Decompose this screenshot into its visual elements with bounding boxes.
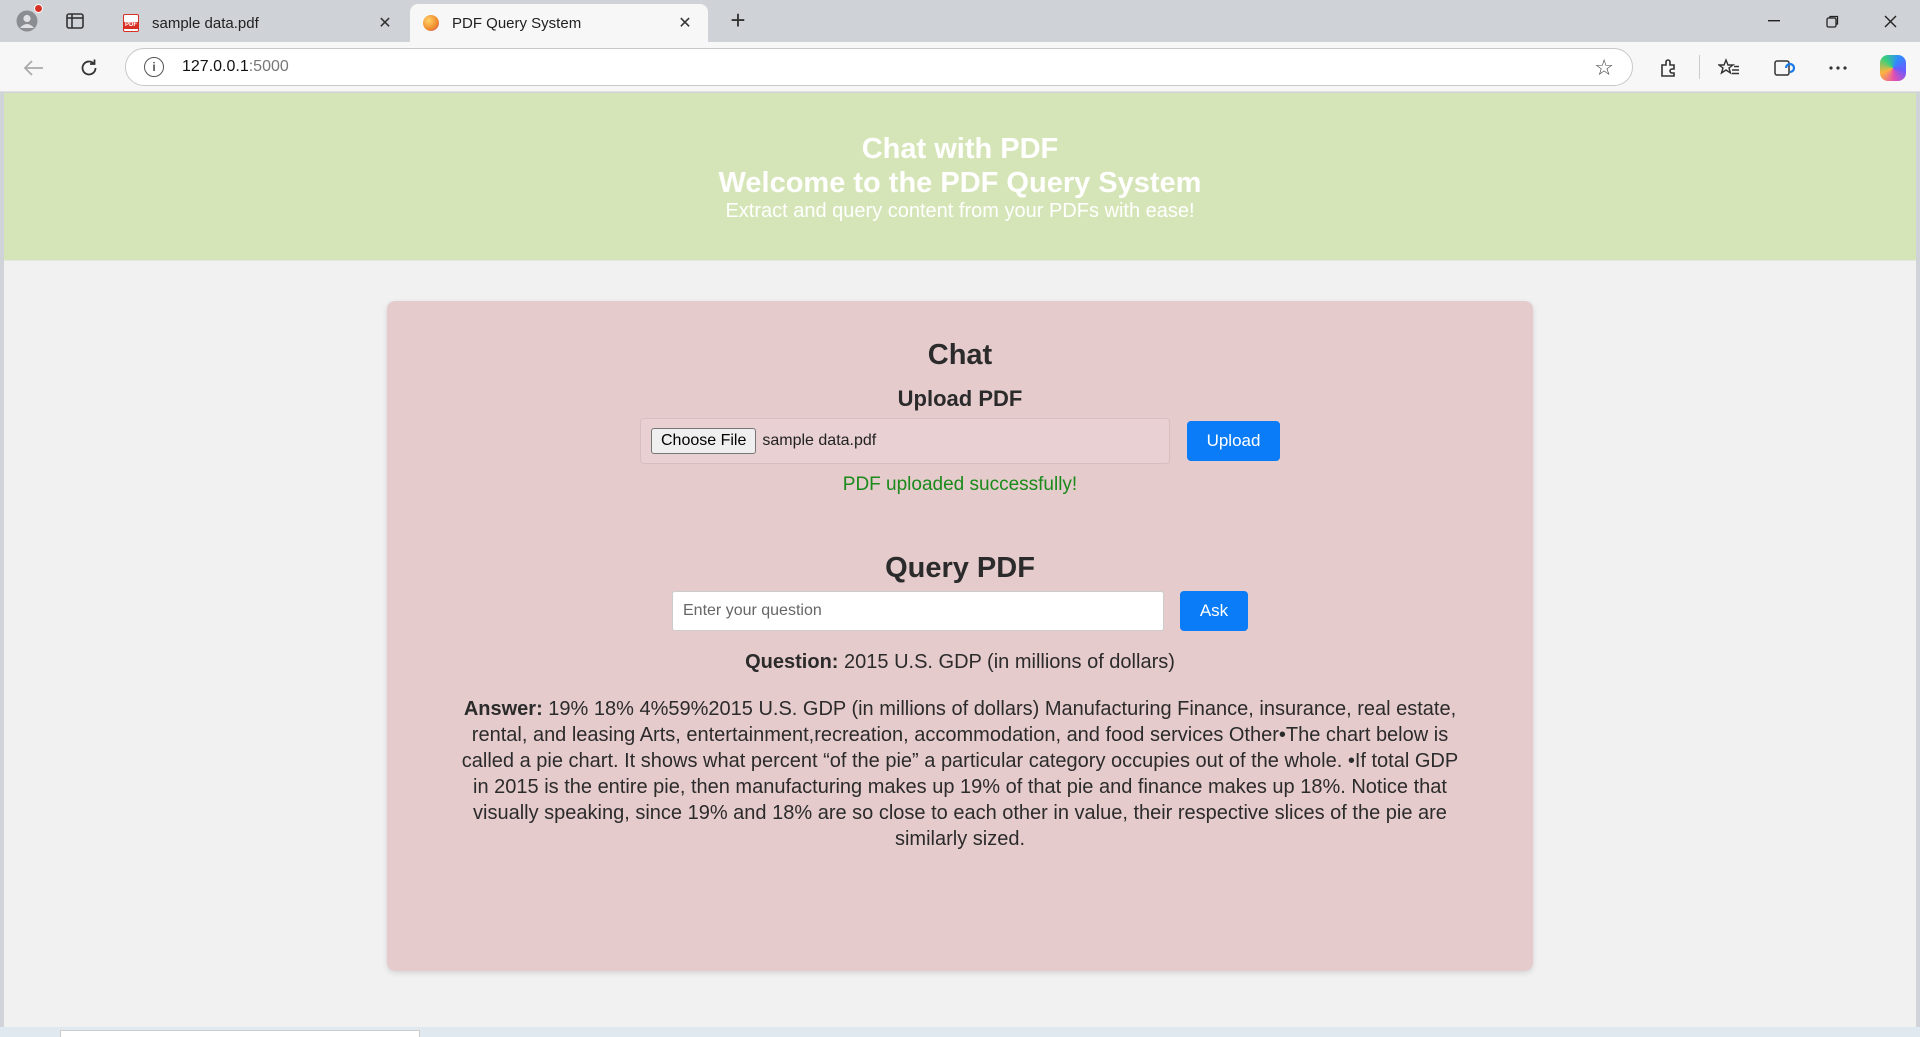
- download-bar-edge: [60, 1030, 420, 1037]
- copilot-icon[interactable]: [1877, 52, 1909, 84]
- selected-file-name: sample data.pdf: [762, 432, 877, 449]
- page-subtitle: Extract and query content from your PDFs…: [725, 199, 1195, 222]
- minimize-button[interactable]: [1750, 4, 1798, 38]
- favorite-star-icon[interactable]: ☆: [1594, 55, 1614, 81]
- back-arrow-icon[interactable]: [18, 52, 50, 84]
- collections-icon[interactable]: [1768, 52, 1800, 84]
- file-input[interactable]: Choose File sample data.pdf: [640, 418, 1170, 464]
- question-display: Question: 2015 U.S. GDP (in millions of …: [387, 649, 1533, 675]
- address-bar[interactable]: i 127.0.0.1:5000 ☆: [125, 48, 1633, 86]
- ask-button[interactable]: Ask: [1180, 591, 1248, 631]
- favorites-list-icon[interactable]: [1713, 52, 1745, 84]
- tab-title: PDF Query System: [452, 14, 582, 32]
- answer-display: Answer: 19% 18% 4%59%2015 U.S. GDP (in m…: [460, 696, 1460, 852]
- question-text: 2015 U.S. GDP (in millions of dollars): [844, 651, 1175, 673]
- upload-heading: Upload PDF: [897, 386, 1023, 411]
- chat-heading: Chat: [927, 339, 993, 371]
- browser-tab-strip: sample data.pdf ✕ PDF Query System ✕ +: [0, 0, 1920, 42]
- chat-card: Chat Upload PDF Choose File sample data.…: [387, 301, 1533, 971]
- upload-form: Choose File sample data.pdf Upload: [387, 418, 1533, 464]
- tab-actions-icon[interactable]: [60, 6, 90, 36]
- browser-toolbar: i 127.0.0.1:5000 ☆: [0, 42, 1920, 92]
- url-host: 127.0.0.1: [182, 58, 249, 75]
- query-heading: Query PDF: [885, 552, 1035, 584]
- new-tab-button[interactable]: +: [722, 5, 754, 36]
- tab-sample-data-pdf[interactable]: sample data.pdf ✕: [110, 4, 408, 42]
- tab-pdf-query-system[interactable]: PDF Query System ✕: [410, 4, 708, 42]
- close-window-button[interactable]: [1866, 4, 1914, 38]
- pdf-icon: [122, 14, 140, 32]
- page-title: Chat with PDF: [861, 132, 1059, 165]
- page-header: Chat with PDF Welcome to the PDF Query S…: [4, 93, 1916, 261]
- restore-button[interactable]: [1808, 4, 1856, 38]
- upload-button[interactable]: Upload: [1187, 421, 1280, 461]
- tab-title: sample data.pdf: [152, 14, 259, 32]
- choose-file-button[interactable]: Choose File: [651, 428, 757, 454]
- upload-status-message: PDF uploaded successfully!: [842, 474, 1078, 495]
- welcome-heading: Welcome to the PDF Query System: [718, 166, 1202, 199]
- site-info-icon[interactable]: i: [144, 57, 164, 77]
- question-label: Question:: [745, 651, 839, 673]
- answer-text: 19% 18% 4%59%2015 U.S. GDP (in millions …: [461, 698, 1459, 850]
- reload-icon[interactable]: [73, 52, 105, 84]
- close-icon[interactable]: ✕: [374, 13, 396, 33]
- close-icon[interactable]: ✕: [674, 13, 696, 33]
- page-viewport: Chat with PDF Welcome to the PDF Query S…: [4, 93, 1916, 1027]
- notification-dot: [34, 4, 43, 13]
- toolbar-divider: [1699, 55, 1700, 79]
- app-orb-icon: [422, 14, 440, 32]
- extensions-icon[interactable]: [1653, 52, 1685, 84]
- more-options-icon[interactable]: [1822, 52, 1854, 84]
- query-form: Ask: [387, 591, 1533, 631]
- question-input[interactable]: [672, 591, 1164, 631]
- answer-label: Answer:: [463, 698, 543, 720]
- url-port: :5000: [248, 58, 289, 75]
